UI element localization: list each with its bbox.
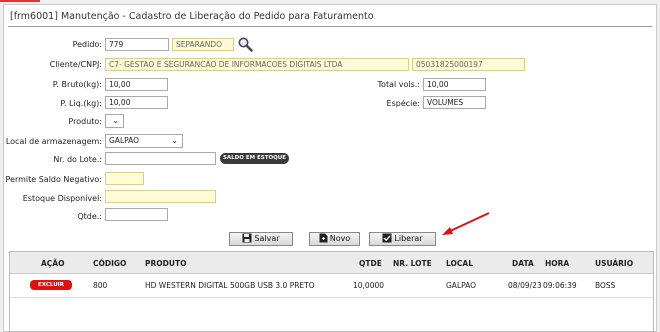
local-select[interactable]: GALPAO ⌄ — [105, 134, 183, 148]
saldo-estoque-button[interactable]: SALDO EM ESTOQUE — [220, 153, 289, 164]
liberar-button-label: Liberar — [394, 234, 423, 243]
col-acao: AÇÃO — [41, 259, 65, 268]
local-select-value: GALPAO — [109, 136, 140, 145]
search-icon[interactable] — [237, 36, 253, 52]
estoque-field — [105, 190, 216, 203]
cell-data: 08/09/23 — [508, 281, 542, 290]
especie-input[interactable]: VOLUMES — [423, 96, 486, 109]
produto-select[interactable]: ⌄ — [105, 114, 124, 128]
local-label: Local de armazenagem: — [5, 137, 102, 146]
total-vols-label: Total vols.: — [377, 80, 420, 89]
row-divider — [10, 297, 653, 298]
col-lote: NR. LOTE — [393, 259, 432, 268]
total-vols-input[interactable]: 10,00 — [423, 78, 486, 91]
col-usuario: USUÁRIO — [595, 259, 634, 268]
lote-label: Nr. do Lote.: — [53, 155, 102, 164]
table-header: AÇÃO CÓDIGO PRODUTO QTDE NR. LOTE LOCAL … — [10, 252, 653, 274]
cliente-label: Cliente/CNPJ: — [49, 60, 102, 69]
delete-row-button[interactable]: EXCLUIR — [30, 280, 72, 290]
title-divider — [8, 26, 652, 27]
qtde-input[interactable] — [105, 208, 168, 221]
cell-usuario: BOSS — [595, 281, 616, 290]
cliente-field: C7- GESTAO E SEGURANCAO DE INFORMACOES D… — [105, 58, 409, 71]
checkbox-check-icon — [382, 233, 392, 243]
cell-produto: HD WESTERN DIGITAL 500GB USB 3.0 PRETO — [145, 281, 315, 290]
cell-codigo: 800 — [93, 281, 108, 290]
annotation-arrow-icon — [442, 212, 490, 235]
chevron-down-icon: ⌄ — [171, 136, 178, 145]
peso-bruto-input[interactable]: 10,00 — [105, 78, 168, 91]
save-button[interactable]: Salvar — [229, 232, 293, 246]
cnpj-field: 05031825000197 — [412, 58, 525, 71]
col-produto: PRODUTO — [145, 259, 187, 268]
cell-hora: 09:06:39 — [543, 281, 577, 290]
floppy-icon — [242, 233, 252, 243]
peso-liq-label: P. Liq.(kg): — [60, 99, 102, 108]
top-accent-line — [0, 0, 40, 2]
col-local: LOCAL — [446, 259, 473, 268]
new-button[interactable]: Novo — [309, 232, 360, 246]
permite-saldo-field — [105, 172, 144, 185]
lote-input[interactable] — [105, 152, 216, 165]
peso-bruto-label: P. Bruto(kg): — [52, 80, 102, 89]
items-table: AÇÃO CÓDIGO PRODUTO QTDE NR. LOTE LOCAL … — [9, 251, 654, 332]
liberar-button[interactable]: Liberar — [369, 232, 436, 246]
col-qtde: QTDE — [359, 259, 382, 268]
produto-label: Produto: — [68, 117, 102, 126]
cell-local: GALPAO — [446, 281, 477, 290]
col-codigo: CÓDIGO — [93, 259, 127, 268]
cell-qtde: 10,0000 — [353, 281, 385, 290]
new-button-label: Novo — [329, 234, 351, 243]
save-button-label: Salvar — [254, 234, 280, 243]
chevron-down-icon: ⌄ — [112, 116, 119, 125]
pedido-label: Pedido: — [72, 40, 102, 49]
new-document-icon — [319, 233, 328, 243]
qtde-label: Qtde.: — [77, 212, 102, 221]
peso-liq-input[interactable]: 10,00 — [105, 96, 168, 109]
pedido-input[interactable]: 779 — [105, 38, 169, 51]
permite-saldo-label: Permite Saldo Negativo: — [5, 175, 102, 184]
page-title: [frm6001] Manutenção - Cadastro de Liber… — [10, 11, 374, 22]
status-field: SEPARANDO — [172, 38, 234, 51]
col-hora: HORA — [545, 259, 570, 268]
estoque-label: Estoque Disponível: — [22, 194, 102, 203]
col-data: DATA — [512, 259, 534, 268]
especie-label: Espécie: — [386, 99, 420, 108]
